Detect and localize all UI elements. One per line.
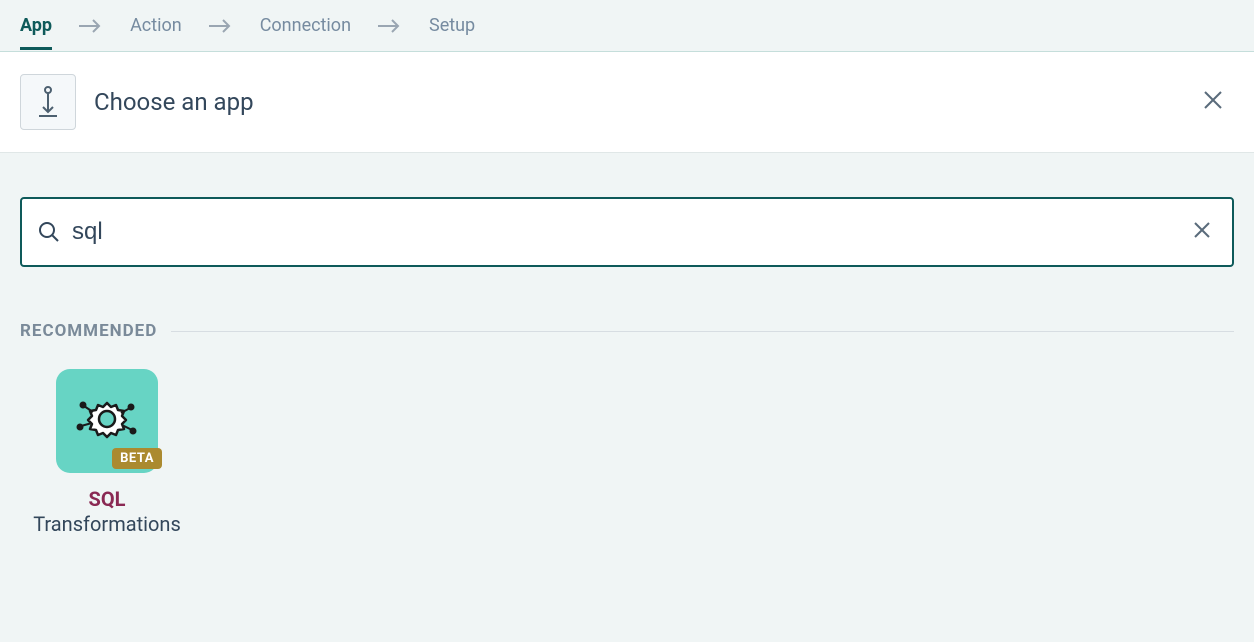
title-highlight: SQL xyxy=(89,487,126,511)
app-placeholder-icon xyxy=(20,74,76,130)
section-header: RECOMMENDED xyxy=(20,321,1234,341)
step-app[interactable]: App xyxy=(20,2,52,50)
app-card-sql-transformations[interactable]: BETA SQL Transformations xyxy=(42,369,172,548)
arrow-right-icon xyxy=(377,18,403,34)
step-action[interactable]: Action xyxy=(130,2,182,50)
app-card-title: SQL Transformations xyxy=(33,487,181,538)
content: RECOMMENDED xyxy=(0,153,1254,568)
search-input[interactable] xyxy=(72,218,1188,246)
close-icon xyxy=(1192,225,1212,244)
step-setup[interactable]: Setup xyxy=(429,2,475,50)
stepper: App Action Connection Setup xyxy=(0,0,1254,52)
beta-badge: BETA xyxy=(112,448,162,469)
search-box[interactable] xyxy=(20,197,1234,267)
clear-search-button[interactable] xyxy=(1188,216,1216,248)
step-connection[interactable]: Connection xyxy=(260,2,351,50)
section-label: RECOMMENDED xyxy=(20,321,157,341)
page-title: Choose an app xyxy=(94,88,1196,116)
arrow-right-icon xyxy=(78,18,104,34)
section-divider xyxy=(171,331,1234,332)
results-grid: BETA SQL Transformations xyxy=(20,369,1234,548)
search-icon xyxy=(38,221,60,243)
close-icon xyxy=(1202,96,1224,115)
app-tile: BETA xyxy=(56,369,158,473)
arrow-right-icon xyxy=(208,18,234,34)
gear-network-icon xyxy=(76,388,138,454)
page-header: Choose an app xyxy=(0,52,1254,153)
close-button[interactable] xyxy=(1196,83,1230,121)
title-rest: Transformations xyxy=(33,511,181,538)
